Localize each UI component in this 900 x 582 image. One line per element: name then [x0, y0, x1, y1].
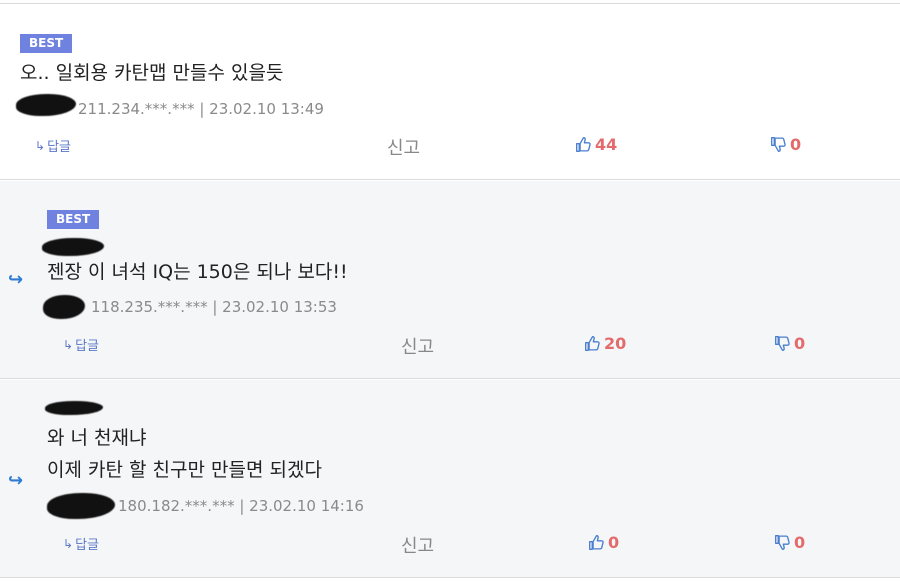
redacted-nickname [45, 401, 103, 415]
comment-1: BEST 오.. 일회용 카탄맵 만들수 있을듯 211.234.***.***… [0, 4, 900, 180]
best-badge: BEST [20, 34, 73, 53]
dislike-button[interactable]: 0 [770, 135, 801, 154]
like-button[interactable]: 44 [575, 135, 617, 154]
reply-button[interactable]: ↳ 답글 [63, 335, 99, 355]
best-badge: BEST [47, 210, 100, 229]
thumbs-down-icon [771, 137, 786, 152]
report-button[interactable]: 신고 [387, 134, 420, 160]
comment-line: 오.. 일회용 카탄맵 만들수 있을듯 [20, 62, 284, 84]
thumbs-up-icon [589, 535, 604, 550]
comment-3: ↪ 와 너 천재냐 이제 카탄 할 친구만 만들면 되겠다 180.182.**… [0, 380, 900, 578]
comment-meta: 118.235.***.*** | 23.02.10 13:53 [91, 298, 337, 316]
dislike-button[interactable]: 0 [774, 334, 805, 353]
redacted-nickname [42, 238, 104, 256]
like-count: 20 [604, 334, 627, 353]
dislike-count: 0 [794, 533, 806, 552]
like-count: 0 [608, 533, 620, 552]
reply-arrow-icon: ↳ [63, 536, 74, 551]
thumbs-up-icon [576, 137, 591, 152]
comment-meta: 180.182.***.*** | 23.02.10 14:16 [118, 497, 364, 515]
comment-text: 와 너 천재냐 이제 카탄 할 친구만 만들면 되겠다 [47, 422, 322, 486]
thumbs-down-icon [775, 535, 790, 550]
reply-button[interactable]: ↳ 답글 [63, 534, 99, 554]
dislike-button[interactable]: 0 [774, 533, 805, 552]
thumbs-down-icon [775, 336, 790, 351]
comment-line: 이제 카탄 할 친구만 만들면 되겠다 [47, 459, 322, 481]
like-button[interactable]: 0 [588, 533, 619, 552]
nested-reply-icon: ↪ [8, 470, 24, 491]
reply-button[interactable]: ↳ 답글 [35, 136, 71, 156]
reply-arrow-icon: ↳ [35, 138, 46, 153]
comment-text: 오.. 일회용 카탄맵 만들수 있을듯 [20, 57, 283, 89]
reply-label: 답글 [47, 140, 71, 155]
comment-2: ↪ BEST 젠장 이 녀석 IQ는 150은 되나 보다!! 118.235.… [0, 181, 900, 379]
reply-arrow-icon: ↳ [63, 337, 74, 352]
dislike-count: 0 [790, 135, 802, 154]
thumbs-up-icon [585, 336, 600, 351]
nested-reply-icon: ↪ [8, 269, 24, 290]
comment-line: 젠장 이 녀석 IQ는 150은 되나 보다!! [47, 261, 348, 283]
like-count: 44 [595, 135, 618, 154]
redacted-avatar [47, 493, 115, 519]
report-button[interactable]: 신고 [401, 333, 434, 359]
comment-text: 젠장 이 녀석 IQ는 150은 되나 보다!! [47, 256, 348, 288]
reply-label: 답글 [75, 339, 99, 354]
comment-line: 와 너 천재냐 [47, 427, 147, 449]
reply-label: 답글 [75, 538, 99, 553]
report-button[interactable]: 신고 [401, 532, 434, 558]
redacted-nickname [16, 94, 76, 116]
comment-meta: 211.234.***.*** | 23.02.10 13:49 [78, 100, 324, 118]
like-button[interactable]: 20 [584, 334, 626, 353]
dislike-count: 0 [794, 334, 806, 353]
redacted-avatar [43, 295, 85, 319]
